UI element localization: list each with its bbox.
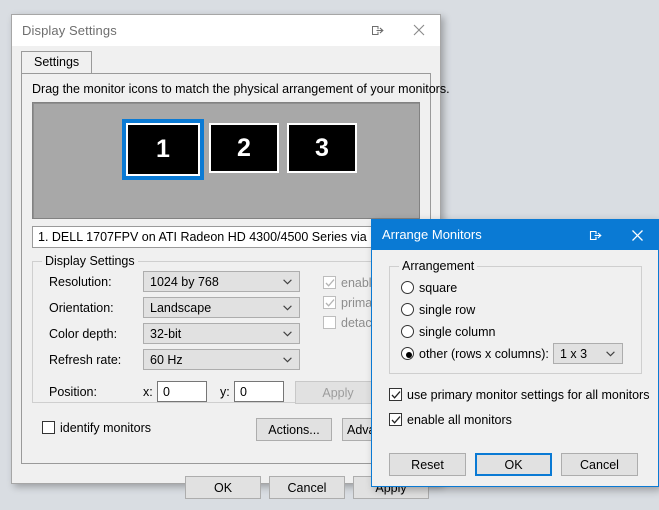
checkbox-box [389,413,402,426]
refresh-rate-combobox[interactable]: 60 Hz [143,349,300,370]
window-titlebar: Display Settings [12,15,440,46]
cancel-button[interactable]: Cancel [269,476,345,499]
radio-square-label: square [419,281,458,295]
radio-dot [405,351,412,358]
tab-settings[interactable]: Settings [21,51,93,73]
apply-display-settings-button[interactable]: Apply [295,381,381,404]
radio-single-column[interactable]: single column [401,325,495,339]
monitor-icon-2-label: 2 [237,133,251,162]
use-primary-settings-checkbox[interactable]: use primary monitor settings for all mon… [389,388,649,402]
refresh-rate-value: 60 Hz [150,353,183,367]
orientation-value: Landscape [150,301,212,315]
position-x-value: 0 [163,385,170,399]
monitor-icon-1[interactable]: 1 [122,119,204,180]
radio-single-row-label: single row [419,303,476,317]
position-label: Position: [49,385,97,399]
arrange-monitors-dialog: Arrange Monitors Arrangement square sing… [371,219,659,487]
close-icon[interactable] [616,220,658,250]
checkbox-box [323,316,336,329]
monitor-icon-3-label: 3 [315,133,329,162]
dialog-title: Arrange Monitors [382,227,482,242]
drag-hint-text: Drag the monitor icons to match the phys… [32,82,450,96]
radio-other-rows-columns[interactable]: other (rows x columns): [401,347,549,361]
checkbox-box [323,296,336,309]
radio-square[interactable]: square [401,281,457,295]
resolution-value: 1024 by 768 [150,275,219,289]
checkbox-box [389,388,402,401]
chevron-down-icon [283,305,292,311]
identify-monitors-checkbox[interactable]: identify monitors [42,421,151,435]
close-icon[interactable] [398,15,440,45]
orientation-label: Orientation: [49,301,114,315]
checkbox-box [323,276,336,289]
dialog-titlebar: Arrange Monitors [372,220,658,250]
position-y-value: 0 [240,385,247,399]
resolution-combobox[interactable]: 1024 by 768 [143,271,300,292]
monitor-arrangement-canvas[interactable]: 1 2 3 [32,102,420,219]
radio-single-row[interactable]: single row [401,303,475,317]
reset-button[interactable]: Reset [389,453,466,476]
position-x-label: x: [143,385,153,399]
color-depth-value: 32-bit [150,327,182,341]
color-depth-combobox[interactable]: 32-bit [143,323,300,344]
grid-size-combobox[interactable]: 1 x 3 [553,343,623,364]
radio-circle [401,347,414,360]
refresh-rate-label: Refresh rate: [49,353,122,367]
radio-single-column-label: single column [419,325,496,339]
position-y-label: y: [220,385,230,399]
dialog-client-area: Arrangement square single row single col… [372,250,658,486]
dialog-ok-button[interactable]: OK [475,453,552,476]
enable-all-monitors-checkbox[interactable]: enable all monitors [389,413,512,427]
monitor-icon-1-label: 1 [156,135,170,163]
settings-tab-page: Drag the monitor icons to match the phys… [21,73,450,464]
checkbox-box [42,421,55,434]
display-settings-group: Display Settings Resolution: 1024 by 768… [32,254,420,404]
monitor-icon-2[interactable]: 2 [209,123,279,173]
color-depth-label: Color depth: [49,327,118,341]
monitor-icon-3[interactable]: 3 [287,123,357,173]
arrangement-group-title: Arrangement [399,259,478,273]
dialog-cancel-button[interactable]: Cancel [561,453,638,476]
grid-size-value: 1 x 3 [560,347,588,361]
screen: Display Settings Settings Drag the monit… [0,0,659,510]
position-y-input[interactable]: 0 [234,381,284,402]
enable-all-monitors-label: enable all monitors [407,413,512,427]
chevron-down-icon [283,357,292,363]
orientation-combobox[interactable]: Landscape [143,297,300,318]
arrangement-group: Arrangement square single row single col… [389,259,642,374]
tabstrip: Settings [21,51,431,73]
chevron-down-icon [283,279,292,285]
radio-circle [401,281,414,294]
window-title: Display Settings [22,23,117,38]
chevron-down-icon [606,351,615,357]
chevron-down-icon [283,331,292,337]
ok-button[interactable]: OK [185,476,261,499]
actions-button[interactable]: Actions... [256,418,332,441]
use-primary-settings-label: use primary monitor settings for all mon… [407,388,650,402]
display-settings-group-title: Display Settings [42,254,138,268]
radio-circle [401,303,414,316]
radio-other-rows-columns-label: other (rows x columns): [419,347,549,361]
radio-circle [401,325,414,338]
restore-down-icon[interactable] [574,220,616,250]
position-x-input[interactable]: 0 [157,381,207,402]
resolution-label: Resolution: [49,275,112,289]
monitor-list-selected-item[interactable]: 1. DELL 1707FPV on ATI Radeon HD 4300/45… [38,230,391,244]
restore-down-icon[interactable] [356,15,398,45]
monitor-list[interactable]: 1. DELL 1707FPV on ATI Radeon HD 4300/45… [32,226,420,248]
identify-monitors-label: identify monitors [60,421,152,435]
